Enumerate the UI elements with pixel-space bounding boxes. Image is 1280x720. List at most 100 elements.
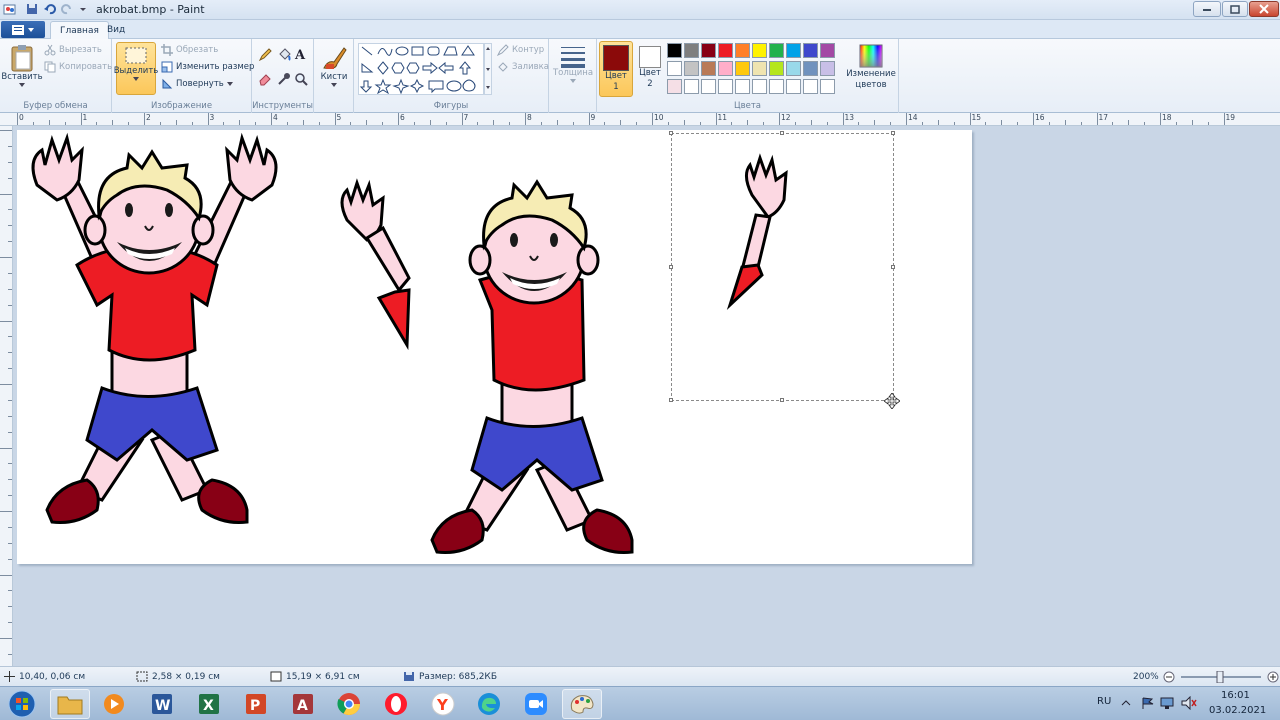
volume-icon[interactable] [1181,696,1197,710]
resize-button[interactable]: Изменить размер [161,61,254,73]
maximize-button[interactable] [1222,1,1248,17]
eraser-icon[interactable] [258,72,272,86]
color1-button[interactable]: Цвет 1 [599,41,633,97]
taskbar-excel[interactable]: X [189,689,229,719]
palette-swatch[interactable] [701,79,716,94]
ruler-tick [8,463,12,465]
resize-handle-s[interactable] [780,398,784,402]
palette-swatch[interactable] [752,43,767,58]
cut-button[interactable]: Вырезать [44,44,102,56]
palette-swatch[interactable] [803,43,818,58]
color-picker-icon[interactable] [277,72,291,86]
resize-handle-nw[interactable] [669,131,673,135]
palette-swatch[interactable] [803,61,818,76]
taskbar-zoom[interactable] [516,689,556,719]
palette-swatch[interactable] [718,79,733,94]
taskbar-opera[interactable] [376,689,416,719]
shapes-gallery[interactable] [358,43,484,95]
paste-button[interactable]: Вставить [1,44,43,87]
tools-group-label: Инструменты [252,101,313,111]
resize-handle-ne[interactable] [891,131,895,135]
zoom-out-icon[interactable] [1163,671,1175,683]
palette-swatch[interactable] [718,61,733,76]
resize-handle-w[interactable] [669,265,673,269]
palette-swatch[interactable] [820,61,835,76]
palette-swatch[interactable] [735,43,750,58]
resize-handle-n[interactable] [780,131,784,135]
fill-bucket-icon[interactable] [277,48,291,62]
boy-figure-right [430,179,634,554]
palette-swatch[interactable] [786,43,801,58]
color2-button[interactable]: Цвет 2 [636,44,664,90]
edit-colors-button[interactable]: Изменение цветов [845,43,897,91]
fill-button[interactable]: Заливка [497,61,549,73]
palette-swatch[interactable] [701,43,716,58]
shapes-scrollbar[interactable] [484,43,492,95]
palette-swatch[interactable] [769,43,784,58]
copy-button[interactable]: Копировать [44,61,112,73]
palette-swatch[interactable] [684,61,699,76]
palette-swatch[interactable] [786,61,801,76]
palette-swatch[interactable] [735,79,750,94]
clock-time[interactable]: 16:01 [1221,690,1250,701]
paint-menu-button[interactable] [1,21,45,38]
undo-icon[interactable] [43,2,57,16]
palette-swatch[interactable] [820,43,835,58]
minimize-button[interactable] [1193,1,1221,17]
taskbar-edge[interactable] [469,689,509,719]
size-button[interactable]: Толщина [552,44,594,83]
palette-swatch[interactable] [684,79,699,94]
ruler-label: 8 [527,113,532,122]
zoom-slider[interactable] [1179,671,1263,683]
tray-expand-icon[interactable] [1121,699,1131,707]
ruler-label: 3 [209,113,215,122]
taskbar-media-player[interactable] [94,689,134,719]
ruler-tick [96,122,98,125]
paint-app-icon[interactable] [2,2,16,16]
palette-swatch[interactable] [701,61,716,76]
taskbar-explorer[interactable] [50,689,90,719]
zoom-in-icon[interactable] [1267,671,1279,683]
crop-button[interactable]: Обрезать [161,44,218,56]
close-button[interactable] [1249,1,1279,17]
outline-button[interactable]: Контур [497,44,544,56]
palette-swatch[interactable] [769,79,784,94]
palette-swatch[interactable] [803,79,818,94]
taskbar-access[interactable]: A [283,689,323,719]
ruler-tick [890,122,892,125]
text-tool-icon[interactable]: A [294,47,308,61]
palette-swatch[interactable] [752,61,767,76]
clock-date[interactable]: 03.02.2021 [1209,705,1266,716]
tab-view[interactable]: Вид [98,21,134,39]
palette-swatch[interactable] [735,61,750,76]
taskbar-chrome[interactable] [329,689,369,719]
save-icon[interactable] [25,2,39,16]
selection-rectangle[interactable] [669,131,900,409]
palette-swatch[interactable] [718,43,733,58]
network-icon[interactable] [1160,696,1176,710]
start-button[interactable] [2,689,42,719]
palette-swatch[interactable] [667,61,682,76]
magnifier-icon[interactable] [294,72,308,86]
resize-handle-sw[interactable] [669,398,673,402]
palette-swatch[interactable] [752,79,767,94]
resize-handle-e[interactable] [891,265,895,269]
redo-icon[interactable] [60,2,74,16]
taskbar-word[interactable]: W [142,689,182,719]
palette-swatch[interactable] [786,79,801,94]
customize-quick-access-icon[interactable] [76,2,90,16]
pencil-icon[interactable] [258,48,272,62]
palette-swatch[interactable] [667,79,682,94]
language-indicator[interactable]: RU [1097,696,1111,707]
rotate-button[interactable]: Повернуть [161,78,233,90]
palette-swatch[interactable] [769,61,784,76]
palette-swatch[interactable] [820,79,835,94]
taskbar-powerpoint[interactable]: P [236,689,276,719]
brushes-button[interactable]: Кисти [317,44,351,87]
palette-swatch[interactable] [684,43,699,58]
select-button[interactable]: Выделить [114,42,158,95]
taskbar-yandex[interactable]: Y [423,689,463,719]
taskbar-paint[interactable] [562,689,602,719]
action-center-flag-icon[interactable] [1140,696,1156,710]
palette-swatch[interactable] [667,43,682,58]
